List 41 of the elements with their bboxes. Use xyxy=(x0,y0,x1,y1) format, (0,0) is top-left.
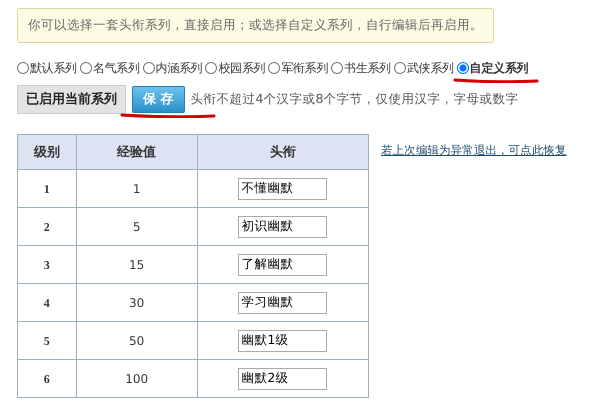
table-cell: 5 xyxy=(76,208,198,246)
radio-label: 内涵系列 xyxy=(156,60,202,77)
title-field[interactable]: 幽默2级 xyxy=(238,368,328,390)
hint-text: 头衔不超过4个汉字或8个字节，仅使用汉字，字母或数字 xyxy=(190,90,518,108)
column-header: 头衔 xyxy=(197,134,368,170)
title-field[interactable]: 不懂幽默 xyxy=(238,178,328,200)
radio-button[interactable] xyxy=(80,62,92,74)
notice-message: 你可以选择一套头衔系列，直接启用；或选择自定义系列，自行编辑后再启用。 xyxy=(17,8,494,43)
table-cell: 50 xyxy=(76,322,198,360)
title-field[interactable]: 幽默1级 xyxy=(238,330,328,352)
radio-label: 名气系列 xyxy=(92,60,140,77)
table-cell: 4 xyxy=(18,284,76,322)
enabled-button[interactable]: 已启用当前系列 xyxy=(17,84,126,114)
table-cell: 1 xyxy=(76,170,198,208)
radio-label: 武侠系列 xyxy=(406,60,454,77)
table-cell: 6 xyxy=(18,360,76,398)
table-cell: 15 xyxy=(76,246,198,284)
radio-label: 自定义系列 xyxy=(470,60,528,77)
radio-label: 军衔系列 xyxy=(281,60,328,77)
table-cell: 100 xyxy=(76,360,198,398)
radio-button[interactable] xyxy=(205,62,218,74)
title-field[interactable]: 初识幽默 xyxy=(238,216,328,238)
table-cell: 3 xyxy=(18,246,76,284)
radio-button[interactable] xyxy=(268,62,280,74)
radio-button[interactable] xyxy=(142,62,155,74)
radio-label: 书生系列 xyxy=(344,60,391,77)
column-header: 经验值 xyxy=(76,134,198,170)
table-cell: 2 xyxy=(18,208,76,246)
radio-button[interactable] xyxy=(17,62,29,74)
radio-label: 校园系列 xyxy=(218,60,266,77)
table-cell: 30 xyxy=(76,284,198,322)
title-field[interactable]: 了解幽默 xyxy=(238,254,328,276)
restore-link[interactable]: 若上次编辑为异常退出，可点此恢复 xyxy=(381,142,567,160)
table-cell: 5 xyxy=(18,322,76,360)
radio-button[interactable] xyxy=(394,62,406,74)
column-header: 级别 xyxy=(18,134,76,170)
title-field[interactable]: 学习幽默 xyxy=(238,292,328,314)
radio-button[interactable] xyxy=(456,62,469,74)
radio-button[interactable] xyxy=(331,62,344,74)
table-cell: 1 xyxy=(18,170,76,208)
radio-label: 默认系列 xyxy=(30,60,77,77)
